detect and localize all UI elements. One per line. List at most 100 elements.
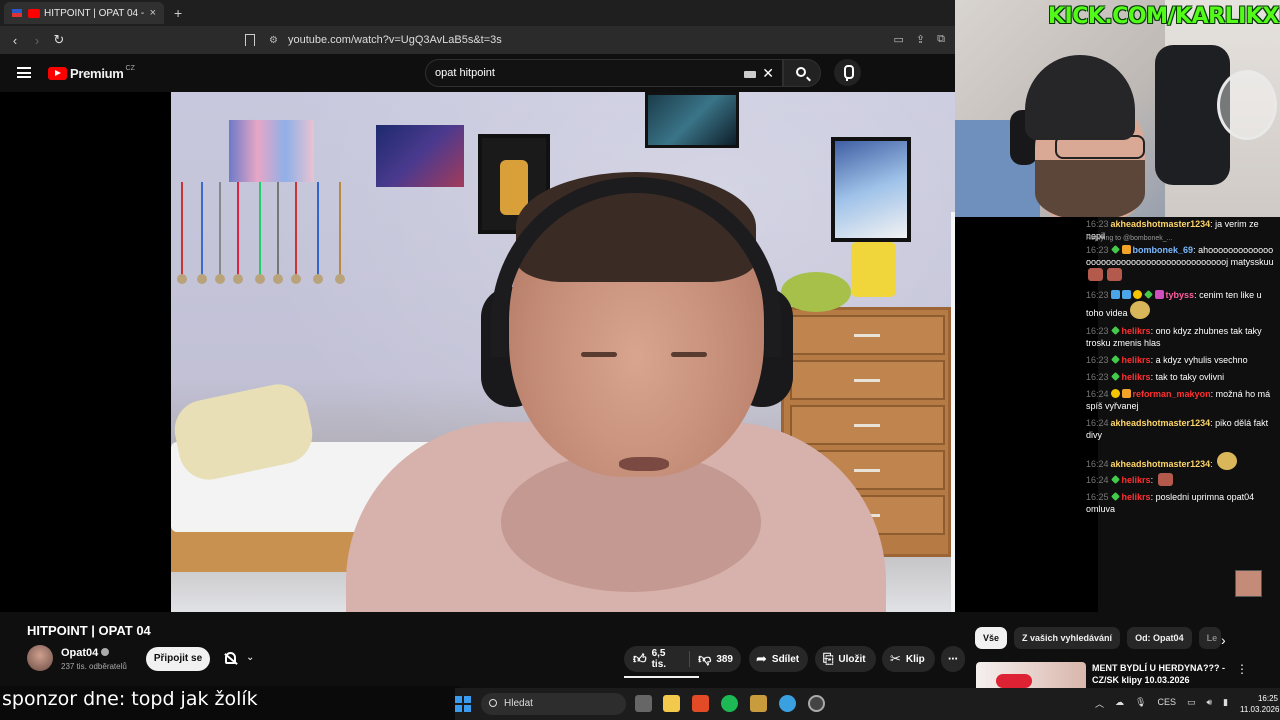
task-view-icon[interactable] [635, 695, 652, 712]
clear-search-icon[interactable]: ✕ [762, 65, 774, 82]
app-icon[interactable] [779, 695, 796, 712]
subscriber-count: 237 tis. odběratelů [61, 662, 127, 671]
chip-all[interactable]: Vše [975, 627, 1008, 649]
file-explorer-icon[interactable] [663, 695, 680, 712]
chat-message: 16:23 helikrs: ono kdyz zhubnes tak taky … [1086, 326, 1262, 348]
cast-icon[interactable]: ▭ [894, 33, 904, 46]
video-frame[interactable] [171, 92, 955, 612]
hamburger-menu-icon[interactable] [17, 67, 31, 78]
volume-icon[interactable]: 🔊︎ [1206, 697, 1212, 710]
flag-icon [12, 9, 22, 17]
streamer-webcam [955, 0, 1280, 217]
network-icon[interactable]: ☁ [1115, 697, 1124, 710]
back-button[interactable]: ‹ [4, 33, 26, 48]
share-arrow-icon: ➦ [756, 651, 767, 666]
site-settings-icon[interactable]: ⚙ [269, 35, 278, 46]
chevron-up-icon[interactable]: ︿ [1095, 697, 1104, 710]
chip-from-channel[interactable]: Od: Opat04 [1127, 627, 1192, 649]
desk-fan [1217, 70, 1277, 140]
streamer-cap [1025, 55, 1135, 140]
search-query[interactable]: opat hitpoint [435, 67, 495, 79]
anime-poster [229, 120, 314, 182]
windows-start-icon[interactable] [455, 696, 471, 712]
kick-channel-overlay: KICK.COM/KARLIKXD [1048, 4, 1280, 29]
microphone-icon[interactable]: 🎙︎ [1135, 697, 1146, 710]
tab-close-icon[interactable]: × [150, 7, 156, 19]
like-dislike-group: 👍︎ 6,5 tis. 👎︎ 389 [624, 646, 741, 672]
chat-message: 16:23 bombonek_69: ahoooooooooooooooooooo… [1086, 244, 1276, 281]
spotify-icon[interactable] [721, 695, 738, 712]
thumbs-down-icon: 👎︎ [698, 651, 712, 666]
notifications-button[interactable]: ⌄ [218, 647, 264, 671]
chat-emote-icon [1129, 301, 1150, 319]
keyboard-icon[interactable] [744, 71, 756, 78]
chat-message: 16:24 reforman_makyon: možná ho má spíš v… [1086, 389, 1271, 411]
chat-message: 16:23 helikrs: tak to taky ovlivni [1086, 372, 1225, 382]
recommended-video-title[interactable]: MENT BYDLÍ U HERDYNA??? - CZ/SK klipy 10… [1092, 662, 1227, 686]
mini-avatar [1235, 570, 1262, 597]
bookmark-icon[interactable] [245, 34, 255, 46]
more-actions-button[interactable]: ⋯ [941, 646, 965, 672]
taskbar-search[interactable]: Hledat [481, 693, 626, 715]
youtube-favicon-icon [28, 8, 40, 18]
chat-message: 16:25 helikrs: posledni uprimna opat04 om… [1086, 492, 1255, 514]
channel-avatar[interactable] [27, 645, 53, 671]
display-icon[interactable]: ▭ [1187, 697, 1196, 710]
scissors-icon: ✂ [890, 651, 901, 666]
recommended-video-thumbnail[interactable] [976, 662, 1086, 688]
plush-toy [851, 242, 896, 297]
dislike-button[interactable]: 👎︎ 389 [690, 651, 741, 667]
forward-button[interactable]: › [26, 33, 48, 48]
join-button[interactable]: Připojit se [146, 647, 210, 671]
browser-tab[interactable]: HITPOINT | OPAT 04 - YouTube × [4, 2, 164, 24]
room-window [951, 212, 955, 612]
like-button[interactable]: 👍︎ 6,5 tis. [624, 648, 691, 670]
unicorn-poster [831, 137, 911, 242]
reload-button[interactable]: ↻ [48, 32, 70, 48]
search-button[interactable] [783, 59, 821, 87]
windows-taskbar: Hledat ︿ ☁ 🎙︎ CES ▭ 🔊︎ ▮ 16:25 11.03.202… [455, 688, 1280, 720]
chat-message: 16:24 akheadshotmaster1234: [1086, 452, 1276, 470]
search-icon [489, 699, 497, 707]
kebab-menu-icon[interactable]: ⋮ [1236, 662, 1248, 676]
chevron-down-icon: ⌄ [246, 652, 255, 663]
chip-more[interactable]: Le [1198, 627, 1222, 649]
sponsor-overlay-text: sponzor dne: topd jak žolík [0, 686, 460, 720]
search-icon [796, 67, 806, 77]
clip-button[interactable]: ✂ Klip [882, 646, 935, 672]
new-tab-button[interactable]: + [174, 5, 182, 21]
chevron-right-icon[interactable]: › [1221, 632, 1226, 648]
tab-title: HITPOINT | OPAT 04 - YouTube [44, 7, 144, 19]
share-page-icon[interactable]: ⇪ [916, 33, 925, 46]
url-text[interactable]: youtube.com/watch?v=UgQ3AvLaB5s&t=3s [288, 34, 502, 46]
search-input[interactable]: opat hitpoint ✕ [425, 59, 783, 87]
system-tray: ︿ ☁ 🎙︎ CES ▭ 🔊︎ ▮ [1095, 697, 1228, 710]
chat-message: 16:24 helikrs: [1086, 473, 1276, 486]
browser-tab-bar: HITPOINT | OPAT 04 - YouTube × + [0, 0, 955, 26]
save-button[interactable]: ⎘ Uložit [815, 646, 876, 672]
chat-emote-icon [1217, 452, 1238, 470]
region-code: CZ [125, 65, 135, 72]
youtube-play-icon [48, 67, 67, 80]
taskbar-clock[interactable]: 16:25 11.03.2026 [1240, 693, 1279, 715]
stream-chat: 16:23 akheadshotmaster1234: ja verim ze n… [1083, 216, 1280, 521]
url-field[interactable]: ⚙ youtube.com/watch?v=UgQ3AvLaB5s&t=3s [245, 30, 945, 50]
youtube-header: Premium CZ opat hitpoint ✕ [0, 54, 955, 92]
chip-from-searches[interactable]: Z vašich vyhledávání [1014, 627, 1121, 649]
battery-icon[interactable]: ▮ [1223, 697, 1228, 710]
language-indicator[interactable]: CES [1157, 697, 1176, 710]
logo-text: Premium [70, 66, 124, 81]
youtube-premium-logo[interactable]: Premium CZ [48, 65, 135, 81]
screenshot-icon[interactable]: ⧉ [937, 33, 945, 46]
plush-monster [781, 272, 851, 312]
brave-browser-icon[interactable] [692, 695, 709, 712]
obs-icon[interactable] [808, 695, 825, 712]
chat-emote-icon [1157, 473, 1173, 486]
voice-search-mic-icon[interactable] [834, 59, 861, 86]
chat-emote-icon [1088, 268, 1103, 281]
channel-name[interactable]: Opat04 [61, 647, 110, 659]
game-launcher-icon[interactable] [750, 695, 767, 712]
address-bar: ‹ › ↻ ⚙ youtube.com/watch?v=UgQ3AvLaB5s&… [0, 26, 955, 54]
share-button[interactable]: ➦ Sdílet [749, 646, 808, 672]
dark-poster [645, 92, 739, 148]
